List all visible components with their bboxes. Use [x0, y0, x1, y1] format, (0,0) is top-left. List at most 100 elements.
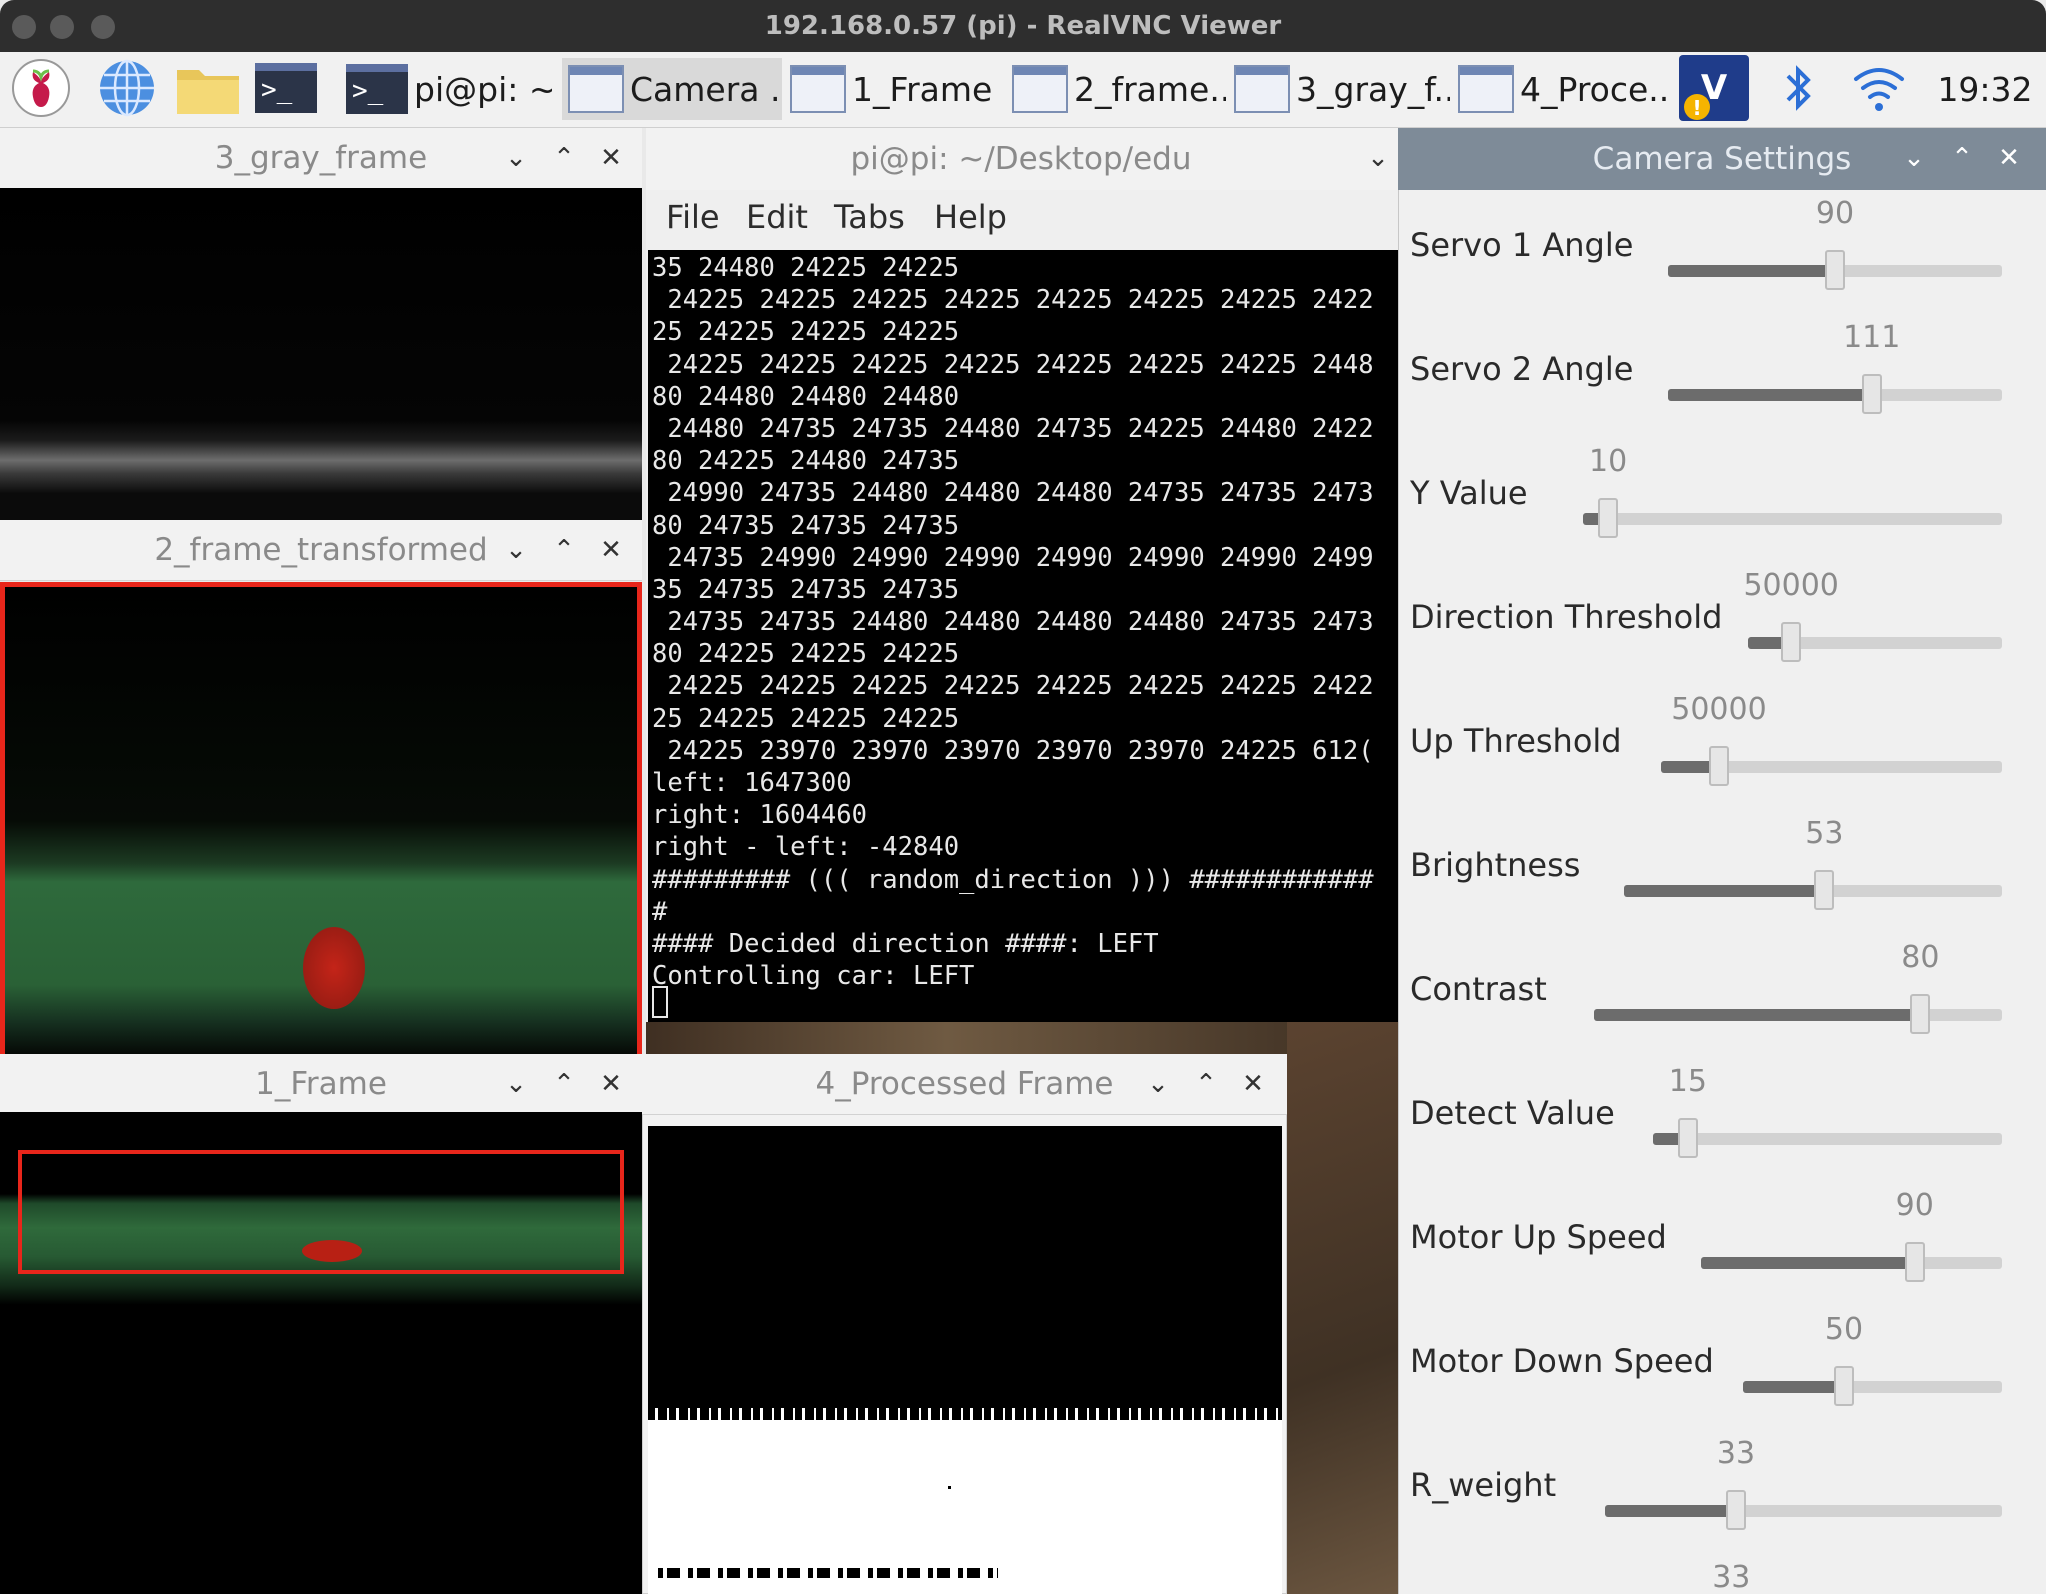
taskbar-task-2-frame[interactable]: 2_frame...: [1006, 58, 1226, 120]
close-icon[interactable]: ✕: [595, 1068, 627, 1100]
file-manager-icon[interactable]: [172, 58, 244, 118]
terminal-line: 24735 24990 24990 24990 24990 24990 2499…: [652, 542, 1374, 573]
terminal-menubar: File Edit Tabs Help: [646, 190, 1398, 248]
bluetooth-icon[interactable]: [1774, 58, 1824, 118]
wifi-icon[interactable]: [1846, 58, 1912, 118]
slider-handle[interactable]: [1677, 1118, 1698, 1158]
maximize-icon[interactable]: ⌃: [1946, 142, 1978, 174]
terminal-line: 80 24225 24225 24225: [652, 639, 960, 670]
slider-handle[interactable]: [1598, 498, 1619, 538]
slider-handle[interactable]: [1708, 746, 1729, 786]
gray-frame-window-title: 3_gray_frame: [214, 140, 428, 176]
slider-value: 33: [1712, 1560, 1751, 1594]
slider-label: Detect Value: [1410, 1094, 1615, 1132]
menu-edit[interactable]: Edit: [746, 198, 808, 236]
slider-fill: [1668, 389, 1872, 401]
slider-fill: [1594, 1009, 1921, 1021]
slider-fill: [1605, 1505, 1736, 1517]
taskbar-task-camera-settings[interactable]: Camera ...: [562, 58, 782, 120]
terminal-window-title: pi@pi: ~/Desktop/edu: [850, 141, 1192, 177]
chevron-down-icon[interactable]: ⌄: [500, 1068, 532, 1100]
maximize-icon[interactable]: ⌃: [548, 1068, 580, 1100]
task-label: 2_frame...: [1074, 69, 1226, 109]
slider-handle[interactable]: [1825, 250, 1845, 290]
close-icon[interactable]: ✕: [1993, 142, 2025, 174]
slider-value: 80: [1901, 940, 1940, 975]
taskbar-task-3-gray-frame[interactable]: 3_gray_f...: [1228, 58, 1450, 120]
slider-track[interactable]: [1701, 1242, 2002, 1282]
maximize-icon[interactable]: ⌃: [548, 534, 580, 566]
slider-label: R_weight: [1410, 1466, 1557, 1504]
transformed-frame-window-titlebar: 2_frame_transformed ⌄ ⌃ ✕: [0, 520, 642, 581]
transformed-frame-image: [0, 582, 642, 1060]
chevron-down-icon[interactable]: ⌄: [1898, 142, 1930, 174]
slider-handle[interactable]: [1910, 994, 1931, 1034]
chevron-down-icon[interactable]: ⌄: [1362, 142, 1394, 174]
slider-track[interactable]: [1605, 1490, 2002, 1530]
slider-label: Contrast: [1410, 970, 1547, 1008]
taskbar-task-terminal[interactable]: >_pi@pi: ~...: [340, 58, 552, 120]
menu-help[interactable]: Help: [934, 198, 1007, 236]
task-label: Camera ...: [630, 69, 782, 109]
slider-fill: [1624, 885, 1825, 897]
desktop-wallpaper: [646, 1022, 1398, 1054]
web-browser-icon[interactable]: [92, 58, 162, 118]
slider-handle[interactable]: [1814, 870, 1835, 910]
red-ball: [303, 927, 365, 1009]
slider-track[interactable]: [1661, 746, 2002, 786]
frame1-window-title: 1_Frame: [255, 1066, 387, 1102]
camera-settings-titlebar: Camera Settings ⌄ ⌃ ✕: [1398, 128, 2046, 190]
frame1-window-titlebar: 1_Frame ⌄ ⌃ ✕: [0, 1054, 642, 1115]
processed-frame-image: [648, 1126, 1282, 1594]
slider-label: Motor Down Speed: [1410, 1342, 1714, 1380]
terminal-output[interactable]: 35 24480 24225 24225 24225 24225 24225 2…: [648, 250, 1398, 1022]
terminal-line: right: 1604460: [652, 800, 867, 831]
slider-track[interactable]: [1668, 250, 2002, 290]
slider-track[interactable]: [1668, 374, 2002, 414]
taskbar-task-4-processed[interactable]: 4_Proce...: [1452, 58, 1672, 120]
slider-label: Servo 1 Angle: [1410, 226, 1634, 264]
terminal-line: 25 24225 24225 24225: [652, 703, 960, 734]
terminal-line: 24990 24735 24480 24480 24480 24735 2473…: [652, 478, 1374, 509]
terminal-window-titlebar: pi@pi: ~/Desktop/edu ⌄: [646, 128, 1398, 190]
slider-track[interactable]: [1653, 1118, 2002, 1158]
desktop-wallpaper: [1287, 1022, 1398, 1594]
slider-handle[interactable]: [1904, 1242, 1925, 1282]
terminal-icon[interactable]: >_: [250, 58, 322, 118]
slider-track[interactable]: [1624, 870, 2002, 910]
chevron-down-icon[interactable]: ⌄: [500, 534, 532, 566]
maximize-icon[interactable]: ⌃: [548, 142, 580, 174]
menu-tabs[interactable]: Tabs: [834, 198, 905, 236]
close-icon[interactable]: ✕: [595, 534, 627, 566]
processed-frame-window-titlebar: 4_Processed Frame ⌄ ⌃ ✕: [642, 1054, 1287, 1115]
slider-track[interactable]: [1583, 498, 2002, 538]
menu-file[interactable]: File: [666, 198, 720, 236]
task-label: pi@pi: ~...: [414, 69, 552, 109]
maximize-icon[interactable]: ⌃: [1190, 1068, 1222, 1100]
slider-handle[interactable]: [1781, 622, 1802, 662]
terminal-line: 35 24480 24225 24225: [652, 253, 960, 283]
terminal-line: 80 24225 24480 24735: [652, 446, 960, 477]
task-label: 3_gray_f...: [1296, 69, 1450, 109]
close-icon[interactable]: ✕: [1237, 1068, 1269, 1100]
gray-frame-image: [0, 188, 642, 520]
slider-handle[interactable]: [1726, 1490, 1746, 1530]
slider-track[interactable]: [1743, 1366, 2002, 1406]
slider-value: 50: [1824, 1312, 1864, 1347]
slider-handle[interactable]: [1861, 374, 1882, 414]
taskbar-task-1-frame[interactable]: 1_Frame: [784, 58, 1004, 120]
slider-track[interactable]: [1594, 994, 2002, 1034]
slider-value: 111: [1843, 320, 1901, 355]
vnc-icon[interactable]: V!: [1678, 55, 1750, 121]
slider-value: 53: [1805, 816, 1844, 851]
terminal-lines: 35 24480 24225 24225 24225 24225 24225 2…: [652, 252, 1374, 992]
mask-edge: [648, 1408, 1282, 1420]
raspberry-menu-icon[interactable]: [6, 58, 76, 118]
chevron-down-icon[interactable]: ⌄: [1142, 1068, 1174, 1100]
terminal-line: left: 1647300: [652, 768, 852, 798]
mask-speck: [948, 1486, 951, 1489]
slider-handle[interactable]: [1834, 1366, 1854, 1406]
chevron-down-icon[interactable]: ⌄: [500, 142, 532, 174]
slider-fill: [1668, 265, 1835, 277]
slider-track[interactable]: [1748, 622, 2002, 662]
